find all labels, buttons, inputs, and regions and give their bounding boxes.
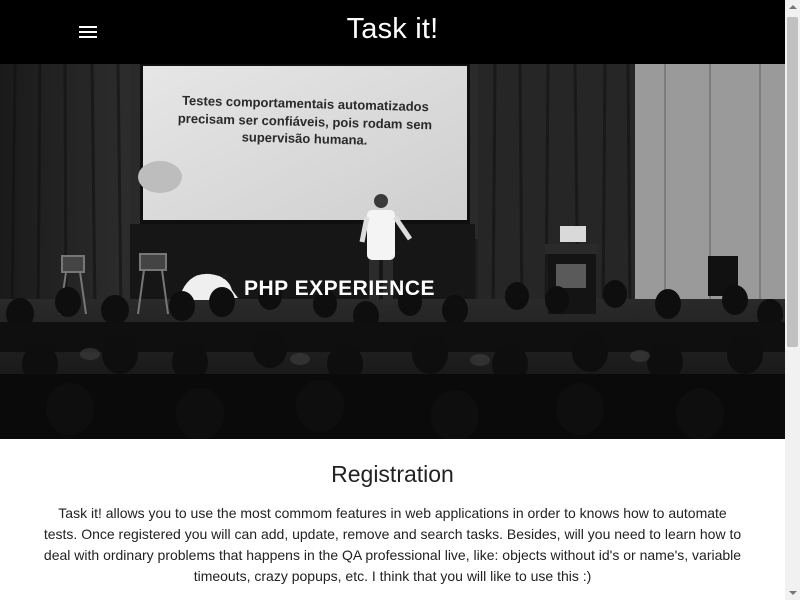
brand-title[interactable]: Task it! xyxy=(0,13,785,46)
registration-description: Task it! allows you to use the most comm… xyxy=(40,503,745,587)
page: Task it! Testes comportamentais automati… xyxy=(0,0,785,600)
stage-sign: PHP EXPERIENCE xyxy=(244,277,436,300)
description-line-4: timeouts, crazy popups, etc. I think tha… xyxy=(193,568,592,584)
description-line-1: Task it! allows you to use the most comm… xyxy=(58,505,727,521)
vertical-scrollbar[interactable] xyxy=(785,0,800,600)
description-line-3: deal with ordinary problems that happens… xyxy=(43,547,742,563)
scroll-thumb[interactable] xyxy=(787,17,798,347)
registration-section: Registration Task it! allows you to use … xyxy=(0,439,785,587)
slide-text: Testes comportamentais automatizados pre… xyxy=(142,90,467,152)
description-line-2: tests. Once registered you will can add,… xyxy=(43,526,742,542)
scroll-up-arrow-icon[interactable] xyxy=(785,0,800,15)
hero-image: Testes comportamentais automatizados pre… xyxy=(0,64,785,439)
top-navbar: Task it! xyxy=(0,0,785,64)
scroll-down-arrow-icon[interactable] xyxy=(785,585,800,600)
registration-heading: Registration xyxy=(331,461,454,487)
